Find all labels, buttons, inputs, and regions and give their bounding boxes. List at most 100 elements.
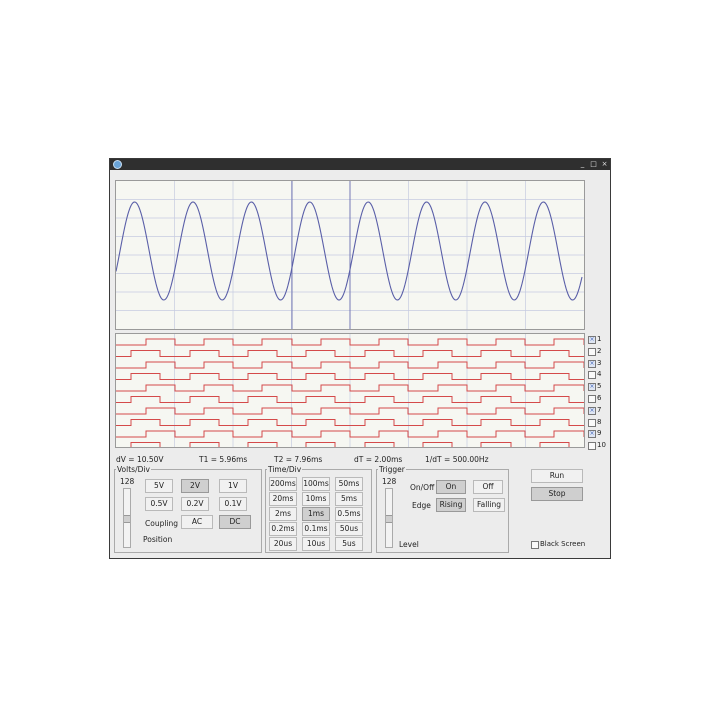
channel-5-checkbox[interactable]: × 5 [588, 381, 614, 392]
channel-7-checkbox[interactable]: × 7 [588, 405, 614, 415]
edge-falling-button[interactable]: Falling [473, 498, 505, 512]
title-bar: _ □ × [110, 159, 610, 170]
checkbox-box[interactable]: × [588, 383, 596, 392]
volts-slider-value: 128 [120, 477, 135, 486]
slider-thumb[interactable] [386, 515, 392, 523]
checkbox-box[interactable]: × [588, 336, 596, 344]
channel-label: 3 [597, 358, 602, 367]
time-5ms-button[interactable]: 5ms [335, 492, 363, 506]
close-icon[interactable]: × [600, 159, 609, 170]
channel-label: 8 [597, 417, 602, 426]
channel-label: 2 [597, 346, 602, 355]
black-screen-checkbox[interactable]: Black Screen [531, 539, 611, 549]
channel-label: 7 [597, 405, 602, 414]
time-20us-button[interactable]: 20us [269, 537, 297, 551]
checkbox-box[interactable]: × [588, 406, 596, 415]
time-10us-button[interactable]: 10us [302, 537, 330, 551]
black-screen-label: Black Screen [540, 540, 586, 548]
checkbox-box[interactable] [588, 347, 596, 356]
channel-label: 4 [597, 370, 602, 379]
trigger-off-button[interactable]: Off [473, 480, 503, 494]
channel-6-checkbox[interactable]: 6 [588, 393, 614, 403]
channel-label: 1 [597, 335, 602, 343]
time-0.2ms-button[interactable]: 0.2ms [269, 522, 297, 536]
stop-button[interactable]: Stop [531, 487, 583, 501]
edge-rising-button[interactable]: Rising [436, 498, 466, 512]
digital-trace-1 [116, 338, 584, 346]
time-200ms-button[interactable]: 200ms [269, 477, 297, 491]
digital-trace-3 [116, 361, 584, 369]
time-5us-button[interactable]: 5us [335, 537, 363, 551]
time-div-legend: Time/Div [268, 465, 302, 474]
checkbox-box[interactable] [588, 371, 596, 380]
volts-0.5v-button[interactable]: 0.5V [145, 497, 173, 511]
time-1ms-button[interactable]: 1ms [302, 507, 330, 521]
frequency-readout: 1/dT = 500.00Hz [425, 455, 489, 464]
checkbox-box[interactable]: × [588, 430, 596, 439]
analog-display[interactable] [115, 180, 585, 330]
volts-5v-button[interactable]: 5V [145, 479, 173, 493]
checkbox-box[interactable]: × [588, 359, 596, 368]
time-0.5ms-button[interactable]: 0.5ms [335, 507, 363, 521]
time-100ms-button[interactable]: 100ms [302, 477, 330, 491]
checkbox-box[interactable] [531, 541, 539, 549]
run-button[interactable]: Run [531, 469, 583, 483]
trigger-level-slider[interactable] [385, 488, 393, 548]
checkbox-box[interactable] [588, 442, 596, 451]
position-label: Position [143, 535, 173, 544]
time-50us-button[interactable]: 50us [335, 522, 363, 536]
coupling-ac-button[interactable]: AC [181, 515, 213, 529]
volts-div-legend: Volts/Div [117, 465, 150, 474]
volts-0.1v-button[interactable]: 0.1V [219, 497, 247, 511]
channel-2-checkbox[interactable]: 2 [588, 346, 614, 356]
trigger-panel: Trigger 128 On/Off On Off Edge Rising Fa… [376, 465, 509, 553]
volts-2v-button[interactable]: 2V [181, 479, 209, 493]
checkbox-box[interactable] [588, 395, 596, 403]
coupling-dc-button[interactable]: DC [219, 515, 251, 529]
channel-label: 10 [597, 441, 606, 450]
volts-0.2v-button[interactable]: 0.2V [181, 497, 209, 511]
delta-voltage-readout: dV = 10.50V [116, 455, 164, 464]
volts-1v-button[interactable]: 1V [219, 479, 247, 493]
trigger-on-button[interactable]: On [436, 480, 466, 494]
logic-display[interactable] [115, 333, 585, 448]
app-icon [113, 160, 122, 169]
time-20ms-button[interactable]: 20ms [269, 492, 297, 506]
channel-label: 5 [597, 382, 602, 391]
channel-4-checkbox[interactable]: 4 [588, 369, 614, 380]
volts-div-panel: Volts/Div 128 5V 2V 1V 0.5V 0.2V 0.1V Co… [114, 465, 262, 553]
channel-label: 9 [597, 429, 602, 438]
time-div-panel: Time/Div 200ms 100ms 50ms 20ms 10ms 5ms … [265, 465, 372, 553]
digital-trace-7 [116, 407, 584, 415]
time-0.1ms-button[interactable]: 0.1ms [302, 522, 330, 536]
sine-trace [116, 201, 583, 301]
onoff-label: On/Off [410, 483, 435, 492]
time-10ms-button[interactable]: 10ms [302, 492, 330, 506]
t2-readout: T2 = 7.96ms [274, 455, 323, 464]
channel-3-checkbox[interactable]: × 3 [588, 358, 614, 368]
channel-1-checkbox[interactable]: × 1 [588, 334, 614, 344]
channel-label: 6 [597, 394, 602, 402]
time-50ms-button[interactable]: 50ms [335, 477, 363, 491]
t1-readout: T1 = 5.96ms [199, 455, 248, 464]
maximize-icon[interactable]: □ [589, 159, 598, 170]
slider-thumb[interactable] [124, 515, 130, 523]
minimize-icon[interactable]: _ [578, 159, 587, 170]
time-2ms-button[interactable]: 2ms [269, 507, 297, 521]
delta-time-readout: dT = 2.00ms [354, 455, 403, 464]
oscilloscope-window: _ □ × × 1 2 × 3 4 × 5 6 × 7 8 × 9 10 dV = 10.… [109, 158, 611, 559]
edge-label: Edge [412, 501, 431, 510]
position-slider[interactable] [123, 488, 131, 548]
analog-waveform-canvas [116, 181, 584, 329]
level-label: Level [399, 540, 419, 549]
trigger-slider-value: 128 [382, 477, 397, 486]
digital-trace-5 [116, 384, 584, 392]
logic-waveform-canvas [116, 334, 584, 447]
channel-8-checkbox[interactable]: 8 [588, 417, 614, 427]
coupling-label: Coupling [145, 519, 179, 528]
checkbox-box[interactable] [588, 418, 596, 427]
channel-9-checkbox[interactable]: × 9 [588, 428, 614, 439]
digital-trace-9 [116, 430, 584, 438]
trigger-legend: Trigger [379, 465, 405, 474]
channel-10-checkbox[interactable]: 10 [588, 440, 614, 451]
